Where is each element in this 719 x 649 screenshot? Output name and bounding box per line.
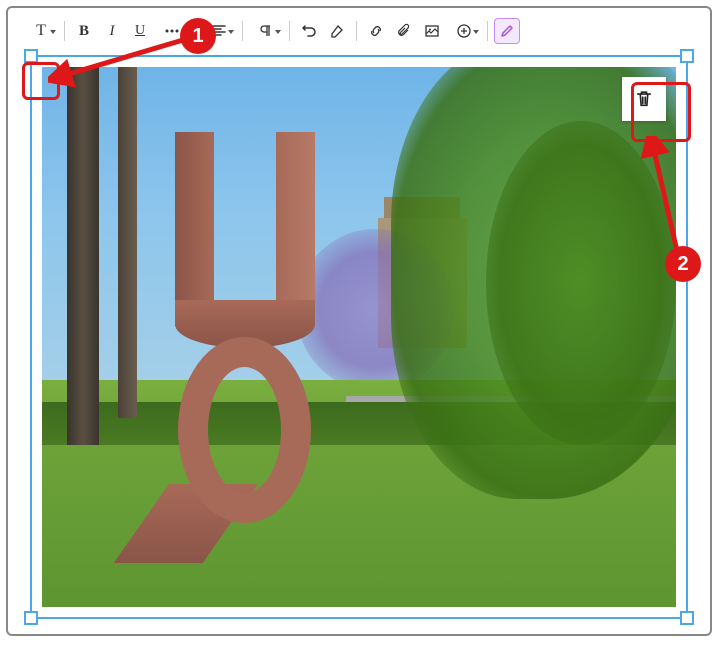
paragraph-dropdown[interactable] — [249, 18, 283, 44]
trash-icon — [634, 89, 654, 109]
resize-handle-bottom-right[interactable] — [680, 611, 694, 625]
undo-button[interactable] — [296, 18, 322, 44]
text-style-dropdown[interactable]: T — [24, 18, 58, 44]
plus-circle-icon — [456, 23, 472, 39]
separator — [64, 21, 65, 41]
align-dropdown[interactable] — [202, 18, 236, 44]
image-block[interactable] — [42, 67, 676, 607]
image-icon — [424, 23, 440, 39]
delete-image-button[interactable] — [622, 77, 666, 121]
link-icon — [368, 23, 384, 39]
separator — [487, 21, 488, 41]
separator — [289, 21, 290, 41]
image-button[interactable] — [419, 18, 445, 44]
italic-button[interactable]: I — [99, 18, 125, 44]
align-left-icon — [211, 23, 227, 39]
more-icon — [164, 23, 180, 39]
undo-icon — [301, 23, 317, 39]
editor-content-area[interactable] — [30, 55, 688, 619]
separator — [242, 21, 243, 41]
eraser-icon — [329, 23, 345, 39]
attachment-button[interactable] — [391, 18, 417, 44]
image-content — [42, 67, 676, 607]
separator — [356, 21, 357, 41]
editor-frame: T B I U — [6, 6, 712, 636]
pencil-icon — [499, 23, 515, 39]
more-formatting-dropdown[interactable] — [155, 18, 189, 44]
link-button[interactable] — [363, 18, 389, 44]
resize-handle-top-left[interactable] — [24, 49, 38, 63]
insert-dropdown[interactable] — [447, 18, 481, 44]
clear-format-button[interactable] — [324, 18, 350, 44]
edit-mode-button[interactable] — [494, 18, 520, 44]
pilcrow-icon — [258, 23, 274, 39]
editor-container: T B I U — [20, 13, 698, 629]
paperclip-icon — [396, 23, 412, 39]
separator — [195, 21, 196, 41]
underline-button[interactable]: U — [127, 18, 153, 44]
resize-handle-top-right[interactable] — [680, 49, 694, 63]
toolbar: T B I U — [20, 13, 698, 49]
bold-button[interactable]: B — [71, 18, 97, 44]
resize-handle-bottom-left[interactable] — [24, 611, 38, 625]
